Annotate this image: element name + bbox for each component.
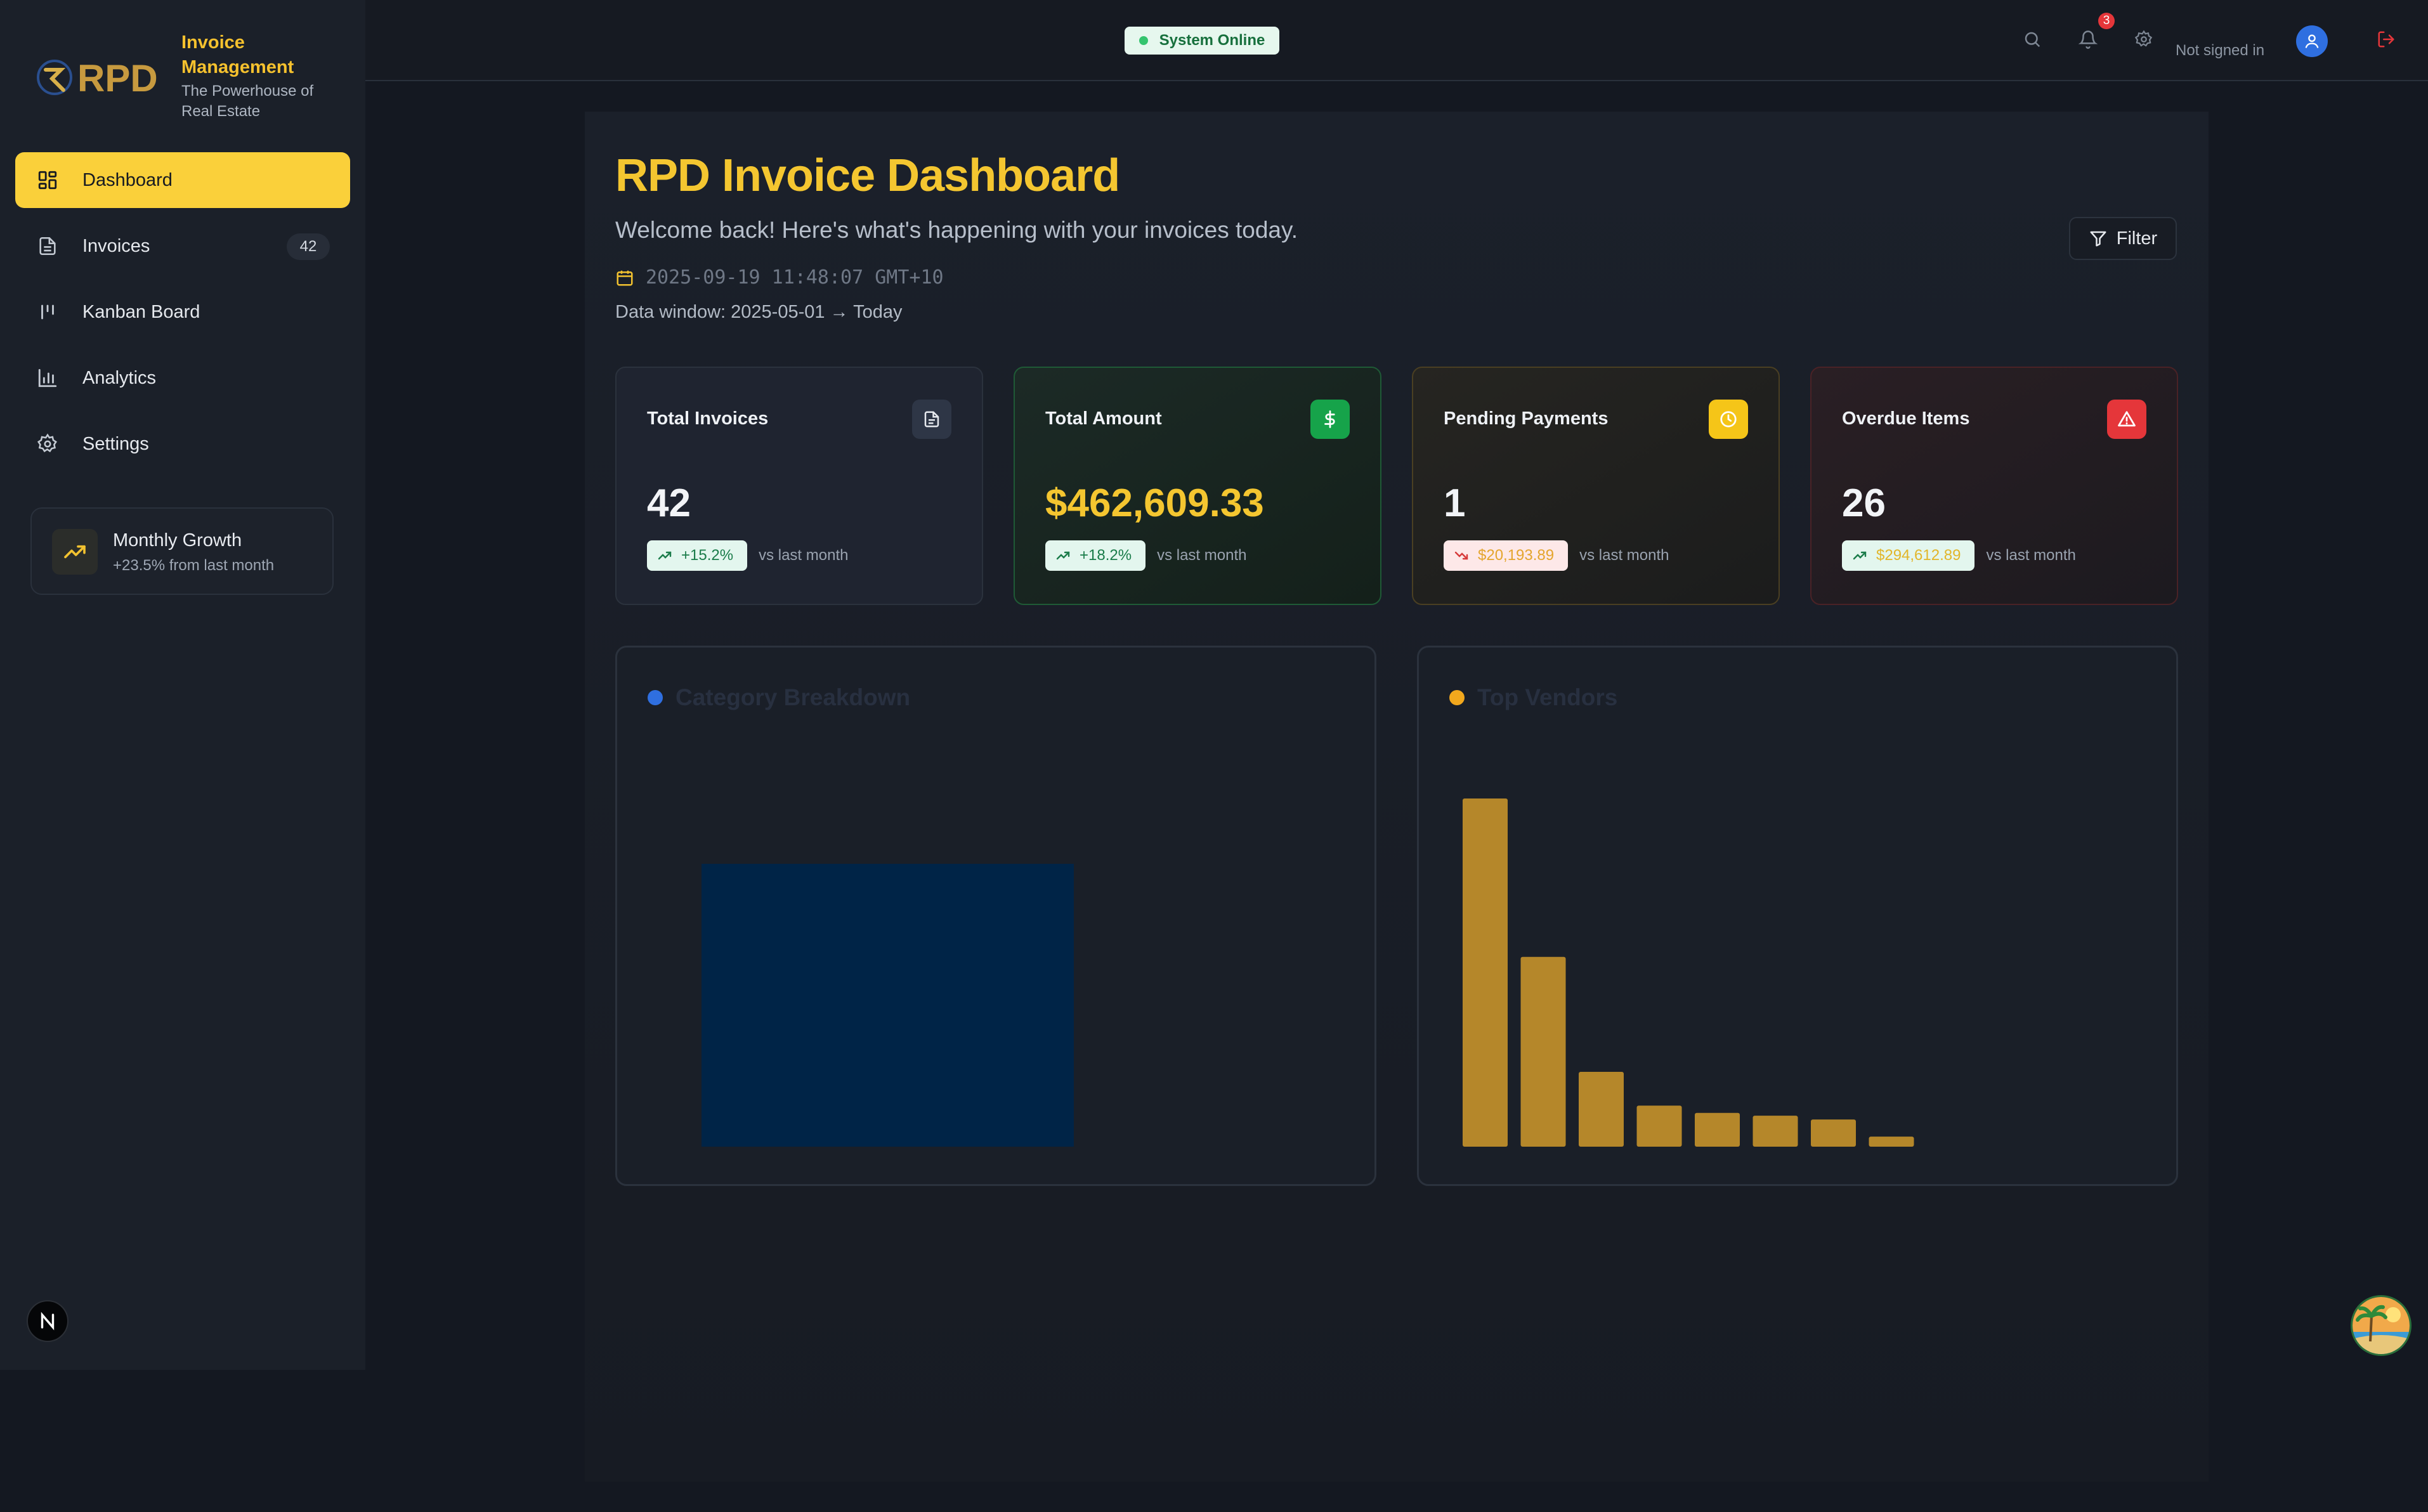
notification-count-badge: 3 bbox=[2098, 13, 2115, 29]
trend-value: $20,193.89 bbox=[1478, 547, 1555, 564]
signin-status: Not signed in bbox=[2176, 42, 2265, 59]
top-vendors-card: Top Vendors bbox=[1417, 646, 2178, 1186]
kpi-card-total-invoices[interactable]: Total Invoices 42 +15.2% vs last month bbox=[615, 367, 983, 605]
document-icon bbox=[36, 234, 60, 258]
kanban-icon bbox=[36, 300, 60, 324]
sidebar-item-label: Dashboard bbox=[82, 169, 173, 190]
document-icon bbox=[912, 400, 951, 439]
sidebar-item-label: Settings bbox=[82, 433, 149, 454]
vendor-bar-7[interactable] bbox=[1811, 1119, 1856, 1147]
trending-up-icon bbox=[52, 529, 98, 575]
sidebar-item-label: Kanban Board bbox=[82, 301, 200, 322]
card-title: Pending Payments bbox=[1444, 408, 1609, 429]
status-dot bbox=[1139, 36, 1148, 45]
card-value: 26 bbox=[1842, 481, 1886, 525]
trend-value: +15.2% bbox=[681, 547, 734, 564]
top-vendors-chart bbox=[1463, 798, 1914, 1147]
trend-value: +18.2% bbox=[1080, 547, 1132, 564]
status-text: System Online bbox=[1159, 32, 1265, 49]
timestamp-row: 2025-09-19 11:48:07 GMT+10 bbox=[615, 266, 944, 289]
category-breakdown-chart bbox=[702, 864, 1074, 1147]
brand-subtitle: The Powerhouse of Real Estate bbox=[181, 82, 314, 120]
vendor-bar-8[interactable] bbox=[1869, 1137, 1914, 1147]
sidebar: RPD Invoice Management The Powerhouse of… bbox=[0, 0, 365, 1370]
brand-title: Invoice Management bbox=[181, 32, 294, 77]
category-bar-1[interactable] bbox=[702, 864, 1074, 1147]
card-value: 1 bbox=[1444, 481, 1466, 525]
system-status-badge: System Online bbox=[1125, 27, 1279, 55]
vendor-bar-6[interactable] bbox=[1752, 1116, 1798, 1147]
search-icon[interactable] bbox=[2021, 28, 2044, 51]
trend-caption: vs last month bbox=[1986, 547, 2076, 564]
next-dev-tools-button[interactable] bbox=[27, 1300, 69, 1342]
sidebar-item-settings[interactable]: Settings bbox=[15, 416, 350, 472]
top-header: System Online 3 Not signed in bbox=[365, 0, 2428, 81]
category-breakdown-card: Category Breakdown bbox=[615, 646, 1376, 1186]
kpi-card-total-amount[interactable]: Total Amount $462,609.33 +18.2% vs last … bbox=[1014, 367, 1381, 605]
bar-chart-icon bbox=[36, 366, 60, 390]
data-window: Data window: 2025-05-01 → Today bbox=[615, 302, 903, 322]
sidebar-item-analytics[interactable]: Analytics bbox=[15, 350, 350, 406]
sidebar-item-invoices[interactable]: Invoices 42 bbox=[15, 218, 350, 274]
sidebar-item-dashboard[interactable]: Dashboard bbox=[15, 152, 350, 208]
logout-icon[interactable] bbox=[2375, 28, 2398, 51]
trend-caption: vs last month bbox=[1157, 547, 1247, 564]
trend-caption: vs last month bbox=[1579, 547, 1669, 564]
trending-up-icon bbox=[1853, 551, 1867, 560]
page-title: RPD Invoice Dashboard bbox=[615, 150, 1120, 201]
dollar-icon bbox=[1310, 400, 1350, 439]
trending-up-icon bbox=[658, 551, 672, 560]
trending-up-icon bbox=[1056, 551, 1070, 560]
timestamp: 2025-09-19 11:48:07 GMT+10 bbox=[646, 266, 944, 289]
user-avatar[interactable] bbox=[2296, 25, 2328, 57]
trend-badge: $20,193.89 bbox=[1444, 540, 1569, 571]
vendor-bar-3[interactable] bbox=[1579, 1071, 1624, 1147]
filter-icon bbox=[2090, 231, 2106, 247]
sidebar-item-label: Analytics bbox=[82, 367, 157, 388]
card-title: Total Amount bbox=[1045, 408, 1162, 429]
card-title: Total Invoices bbox=[647, 408, 769, 429]
bell-icon[interactable] bbox=[2077, 28, 2099, 51]
growth-subtitle: +23.5% from last month bbox=[113, 557, 275, 574]
filter-button[interactable]: Filter bbox=[2069, 217, 2177, 260]
gear-icon bbox=[36, 432, 60, 456]
monthly-growth-card: Monthly Growth +23.5% from last month bbox=[30, 507, 334, 595]
filter-label: Filter bbox=[2116, 228, 2158, 249]
dashboard-icon bbox=[36, 168, 60, 192]
vendor-bar-5[interactable] bbox=[1695, 1112, 1740, 1147]
vendor-bar-2[interactable] bbox=[1520, 956, 1566, 1147]
calendar-icon bbox=[615, 268, 634, 287]
growth-title: Monthly Growth bbox=[113, 530, 242, 551]
invoice-count-badge: 42 bbox=[287, 233, 330, 260]
alert-triangle-icon bbox=[2107, 400, 2146, 439]
sidebar-item-label: Invoices bbox=[82, 235, 150, 256]
vendor-bar-4[interactable] bbox=[1636, 1105, 1682, 1147]
trend-caption: vs last month bbox=[759, 547, 849, 564]
card-value: $462,609.33 bbox=[1045, 481, 1264, 525]
settings-icon[interactable] bbox=[2132, 28, 2155, 51]
kpi-card-overdue-items[interactable]: Overdue Items 26 $294,612.89 vs last mon… bbox=[1810, 367, 2178, 605]
kpi-card-pending-payments[interactable]: Pending Payments 1 $20,193.89 vs last mo… bbox=[1412, 367, 1780, 605]
logo-text: RPD bbox=[77, 57, 158, 100]
card-value: 42 bbox=[647, 481, 691, 525]
clock-icon bbox=[1709, 400, 1748, 439]
rpd-logo: RPD bbox=[36, 55, 169, 100]
trending-down-icon bbox=[1454, 551, 1468, 560]
trend-value: $294,612.89 bbox=[1876, 547, 1961, 564]
sidebar-item-kanban-board[interactable]: Kanban Board bbox=[15, 284, 350, 340]
brand[interactable]: RPD Invoice Management The Powerhouse of… bbox=[36, 30, 353, 126]
trend-badge: +18.2% bbox=[1045, 540, 1146, 571]
welcome-message: Welcome back! Here's what's happening wi… bbox=[615, 217, 1298, 243]
trend-badge: +15.2% bbox=[647, 540, 748, 571]
trend-badge: $294,612.89 bbox=[1842, 540, 1975, 571]
sidebar-nav: Dashboard Invoices 42 Kanban Board Analy… bbox=[15, 152, 350, 482]
card-title: Overdue Items bbox=[1842, 408, 1970, 429]
vendor-bar-1[interactable] bbox=[1463, 798, 1508, 1147]
assistant-fab-button[interactable] bbox=[2351, 1295, 2412, 1356]
